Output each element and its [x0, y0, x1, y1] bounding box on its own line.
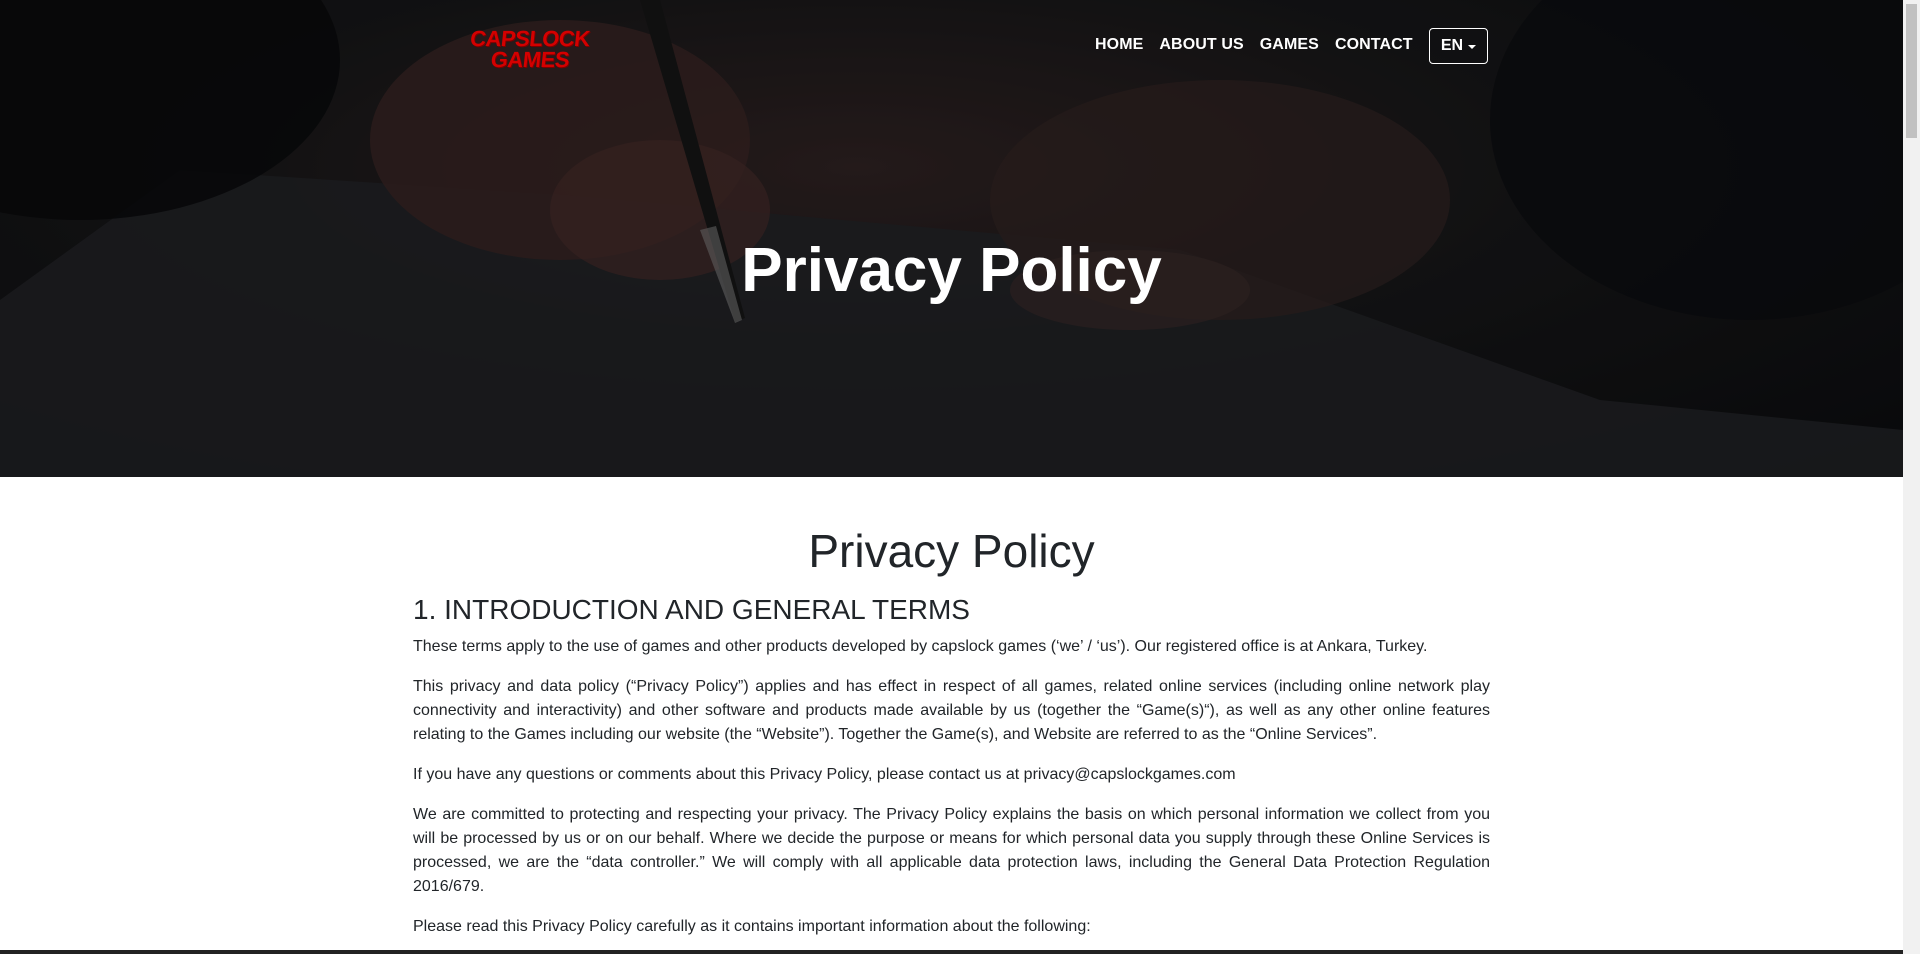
logo-text-line-1: CAPSLOCK	[468, 26, 592, 51]
policy-content: Privacy Policy 1. INTRODUCTION AND GENER…	[413, 477, 1490, 954]
paragraph-contact: If you have any questions or comments ab…	[413, 766, 1236, 783]
logo-text-line-2: GAMES	[489, 47, 571, 72]
scrollbar-thumb[interactable]	[1906, 4, 1917, 138]
nav-link-games[interactable]: GAMES	[1260, 36, 1319, 54]
nav-link-home[interactable]: HOME	[1095, 36, 1143, 54]
caret-down-icon	[1468, 45, 1477, 49]
nav-link-about-us[interactable]: ABOUT US	[1159, 36, 1243, 54]
language-label: EN	[1440, 37, 1464, 54]
vertical-scrollbar[interactable]	[1903, 0, 1920, 954]
paragraph-policy-scope: This privacy and data policy (“Privacy P…	[413, 678, 1490, 743]
section-heading-introduction: 1. INTRODUCTION AND GENERAL TERMS	[413, 594, 970, 625]
page-title: Privacy Policy	[808, 525, 1095, 577]
hero-banner: CAPSLOCK GAMES HOME ABOUT US GAMES CONTA…	[0, 0, 1903, 477]
paragraph-terms-scope: These terms apply to the use of games an…	[413, 638, 1428, 655]
main-navigation: HOME ABOUT US GAMES CONTACT	[1095, 36, 1429, 54]
page-viewport: CAPSLOCK GAMES HOME ABOUT US GAMES CONTA…	[0, 0, 1903, 954]
language-dropdown-button[interactable]: EN	[1429, 28, 1488, 64]
nav-link-contact[interactable]: CONTACT	[1335, 36, 1413, 54]
paragraph-commitment: We are committed to protecting and respe…	[413, 806, 1490, 895]
paragraph-read-carefully: Please read this Privacy Policy carefull…	[413, 918, 1091, 935]
window-bottom-edge	[0, 950, 1903, 954]
capslock-games-logo[interactable]: CAPSLOCK GAMES	[462, 26, 598, 76]
hero-title: Privacy Policy	[741, 235, 1162, 305]
